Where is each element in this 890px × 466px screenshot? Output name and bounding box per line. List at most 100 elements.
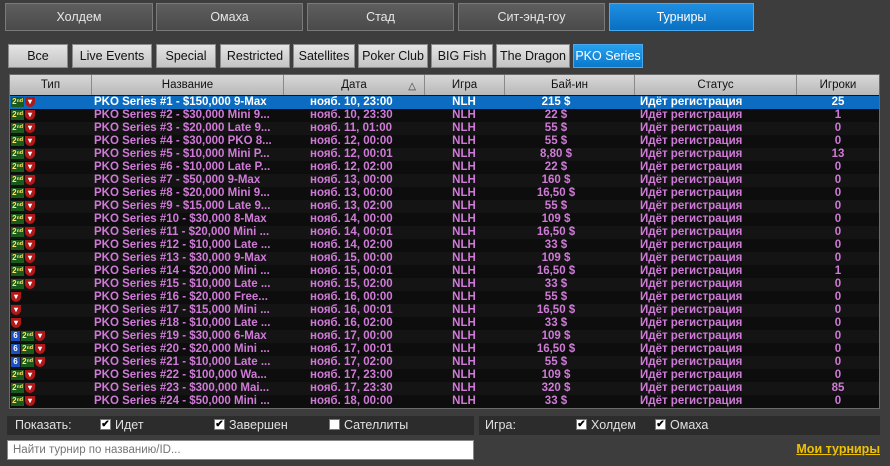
subtab-big-fish[interactable]: BIG Fish (431, 44, 493, 68)
tournament-row[interactable]: 6 2ⁿᵈ ▾ PKO Series #21 - $10,000 Late ... но… (10, 356, 879, 369)
row-status: Идёт регистрация (640, 109, 743, 121)
row-date: нояб. 12, 02:00 (310, 161, 393, 173)
row-type-icons: 2ⁿᵈ ▾ (11, 161, 91, 174)
subtab-poker-club[interactable]: Poker Club (358, 44, 428, 68)
tournament-row[interactable]: 2ⁿᵈ ▾ PKO Series #2 - $30,000 Mini 9... ноя… (10, 109, 879, 122)
column-header-game[interactable]: Игра (425, 75, 505, 95)
tournament-row[interactable]: 2ⁿᵈ ▾ PKO Series #4 - $30,000 PKO 8... нояб… (10, 135, 879, 148)
second-chance-icon: 2ⁿᵈ (11, 253, 24, 263)
row-type-icons: 2ⁿᵈ ▾ (11, 239, 91, 252)
row-name: PKO Series #5 - $10,000 Mini P... (94, 148, 270, 160)
bounty-shield-icon: ▾ (25, 240, 35, 250)
subtab-pko-series[interactable]: PKO Series (573, 44, 643, 68)
row-date: нояб. 12, 00:00 (310, 135, 393, 147)
tab-sit-and-go[interactable]: Сит-энд-гоу (458, 3, 605, 31)
column-header-type[interactable]: Тип (10, 75, 92, 95)
row-game: NLH (452, 291, 476, 303)
row-date: нояб. 18, 00:00 (310, 395, 393, 407)
tournament-row[interactable]: 2ⁿᵈ ▾ PKO Series #23 - $300,000 Mai... нояб… (10, 382, 879, 395)
row-players: 0 (834, 135, 842, 147)
tournament-row[interactable]: 2ⁿᵈ ▾ PKO Series #7 - $50,000 9-Max нояб. 1… (10, 174, 879, 187)
row-name: PKO Series #12 - $10,000 Late ... (94, 239, 271, 251)
tournament-row[interactable]: 2ⁿᵈ ▾ PKO Series #3 - $20,000 Late 9... ноя… (10, 122, 879, 135)
column-header-players[interactable]: Игроки (797, 75, 879, 95)
tournament-row[interactable]: 6 2ⁿᵈ ▾ PKO Series #20 - $20,000 Mini ... но… (10, 343, 879, 356)
second-chance-icon: 2ⁿᵈ (11, 175, 24, 185)
tournament-row[interactable]: 2ⁿᵈ ▾ PKO Series #11 - $20,000 Mini ... ноя… (10, 226, 879, 239)
row-date: нояб. 17, 00:01 (310, 343, 393, 355)
tournament-row[interactable]: 2ⁿᵈ ▾ PKO Series #14 - $20,000 Mini ... ноя… (10, 265, 879, 278)
column-header-status[interactable]: Статус (635, 75, 797, 95)
row-buyin: 22 $ (544, 161, 568, 173)
my-tournaments-link[interactable]: Мои турниры (796, 440, 880, 458)
tournament-row[interactable]: 2ⁿᵈ ▾ PKO Series #13 - $30,000 9-Max нояб. … (10, 252, 879, 265)
row-status: Идёт регистрация (640, 291, 743, 303)
tournament-row[interactable]: 2ⁿᵈ ▾ PKO Series #1 - $150,000 9-Max нояб. … (10, 96, 879, 109)
tournament-row[interactable]: 2ⁿᵈ ▾ PKO Series #9 - $15,000 Late 9... ноя… (10, 200, 879, 213)
second-chance-icon: 2ⁿᵈ (11, 266, 24, 276)
row-type-icons: 2ⁿᵈ ▾ (11, 109, 91, 122)
satellites-checkbox[interactable] (329, 419, 340, 430)
tab-stud[interactable]: Стад (307, 3, 454, 31)
six-max-icon: 6 (11, 357, 20, 367)
row-date: нояб. 16, 00:00 (310, 291, 393, 303)
tournament-row[interactable]: 6 2ⁿᵈ ▾ PKO Series #19 - $30,000 6-Max нояб.… (10, 330, 879, 343)
omaha-checkbox[interactable]: ✔ (655, 419, 666, 430)
row-name: PKO Series #6 - $10,000 Late P... (94, 161, 271, 173)
running-checkbox[interactable]: ✔ (100, 419, 111, 430)
subtab-all[interactable]: Все (8, 44, 68, 68)
tournament-row[interactable]: ▾ PKO Series #18 - $10,000 Late ... нояб. … (10, 317, 879, 330)
tournament-row[interactable]: ▾ PKO Series #17 - $15,000 Mini ... нояб. … (10, 304, 879, 317)
column-header-buyin[interactable]: Бай-ин (505, 75, 635, 95)
row-type-icons: 2ⁿᵈ ▾ (11, 187, 91, 200)
finished-label: Завершен (229, 418, 288, 432)
row-players: 0 (834, 252, 842, 264)
row-status: Идёт регистрация (640, 382, 743, 394)
column-header-date[interactable]: Дата △ (284, 75, 425, 95)
tab-omaha[interactable]: Омаха (156, 3, 303, 31)
row-type-icons: 2ⁿᵈ ▾ (11, 395, 91, 408)
row-game: NLH (452, 252, 476, 264)
row-players: 1 (834, 265, 842, 277)
row-game: NLH (452, 343, 476, 355)
subtab-special[interactable]: Special (156, 44, 216, 68)
tournament-row[interactable]: 2ⁿᵈ ▾ PKO Series #22 - $100,000 Wa... нояб.… (10, 369, 879, 382)
row-status: Идёт регистрация (640, 226, 743, 238)
tournament-row[interactable]: 2ⁿᵈ ▾ PKO Series #15 - $10,000 Late ... ноя… (10, 278, 879, 291)
row-buyin: 55 $ (544, 291, 568, 303)
subtab-live-events[interactable]: Live Events (72, 44, 152, 68)
bounty-shield-icon: ▾ (11, 318, 21, 328)
row-game: NLH (452, 265, 476, 277)
bounty-shield-icon: ▾ (25, 383, 35, 393)
tournament-search-input[interactable] (7, 440, 474, 460)
holdem-checkbox[interactable]: ✔ (576, 419, 587, 430)
second-chance-icon: 2ⁿᵈ (11, 240, 24, 250)
row-type-icons: 2ⁿᵈ ▾ (11, 252, 91, 265)
game-label: Игра: (485, 418, 516, 432)
tournament-row[interactable]: ▾ PKO Series #16 - $20,000 Free... нояб. 1… (10, 291, 879, 304)
row-type-icons: 2ⁿᵈ ▾ (11, 148, 91, 161)
row-name: PKO Series #3 - $20,000 Late 9... (94, 122, 271, 134)
tournament-row[interactable]: 2ⁿᵈ ▾ PKO Series #24 - $50,000 Mini ... ноя… (10, 395, 879, 408)
row-name: PKO Series #8 - $20,000 Mini 9... (94, 187, 270, 199)
table-header: Тип Название Дата △ Игра Бай-ин Статус И… (10, 75, 879, 95)
row-buyin: 55 $ (544, 200, 568, 212)
column-header-name[interactable]: Название (92, 75, 284, 95)
subtab-the-dragon[interactable]: The Dragon (496, 44, 570, 68)
tournament-row[interactable]: 2ⁿᵈ ▾ PKO Series #5 - $10,000 Mini P... ноя… (10, 148, 879, 161)
second-chance-icon: 2ⁿᵈ (11, 279, 24, 289)
tournament-row[interactable]: 2ⁿᵈ ▾ PKO Series #8 - $20,000 Mini 9... ноя… (10, 187, 879, 200)
row-game: NLH (452, 239, 476, 251)
subtab-satellites[interactable]: Satellites (293, 44, 355, 68)
finished-checkbox[interactable]: ✔ (214, 419, 225, 430)
tournament-row[interactable]: 2ⁿᵈ ▾ PKO Series #6 - $10,000 Late P... ноя… (10, 161, 879, 174)
tournament-row[interactable]: 2ⁿᵈ ▾ PKO Series #12 - $10,000 Late ... ноя… (10, 239, 879, 252)
row-date: нояб. 16, 02:00 (310, 317, 393, 329)
tab-tournaments[interactable]: Турниры (609, 3, 754, 31)
row-type-icons: 2ⁿᵈ ▾ (11, 369, 91, 382)
holdem-label: Холдем (591, 418, 637, 432)
tab-holdem[interactable]: Холдем (5, 3, 153, 31)
tournament-row[interactable]: 2ⁿᵈ ▾ PKO Series #10 - $30,000 8-Max нояб. … (10, 213, 879, 226)
row-game: NLH (452, 109, 476, 121)
subtab-restricted[interactable]: Restricted (220, 44, 290, 68)
